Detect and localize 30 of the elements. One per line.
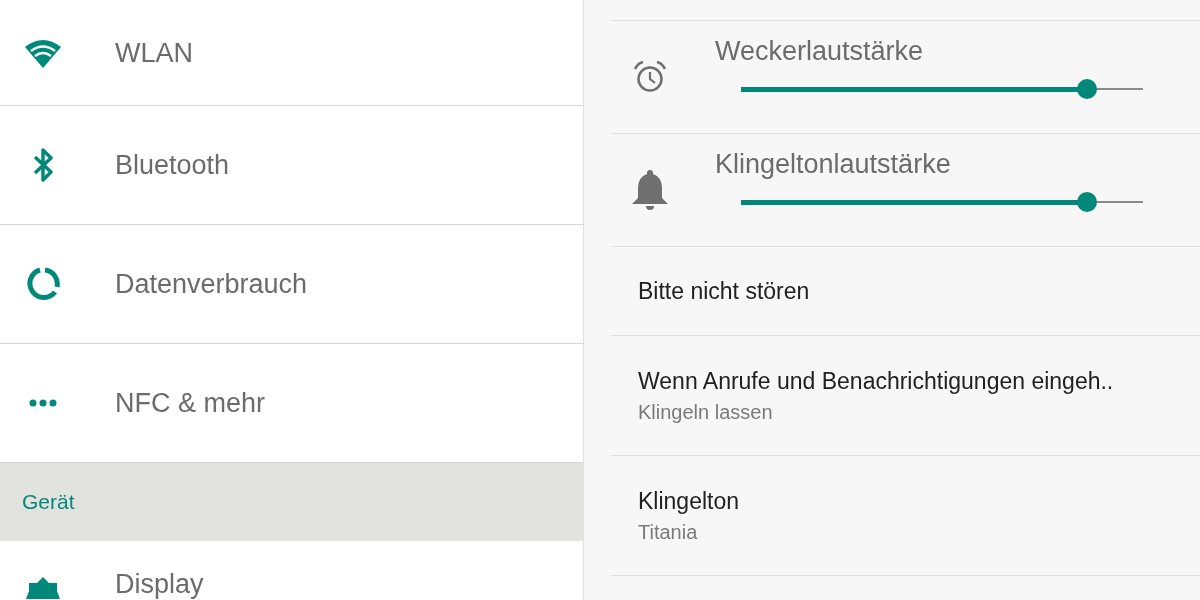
wifi-icon [23, 37, 62, 68]
slider-thumb[interactable] [1076, 78, 1097, 99]
volume-slider[interactable] [741, 191, 1143, 212]
slider-label: Weckerlautstärke [715, 35, 925, 67]
settings-label: Display [115, 569, 204, 599]
slider-thumb[interactable] [1076, 191, 1097, 212]
slider-label: Klingeltonlautstärke [715, 148, 952, 180]
bluetooth-icon [31, 148, 54, 182]
entry-title: Bitte nicht stören [638, 277, 811, 305]
settings-label: WLAN [115, 37, 193, 68]
settings-item[interactable]: Bluetooth [0, 106, 583, 225]
settings-label: Datenverbrauch [115, 269, 308, 299]
entry-subtitle: Klingeln lassen [638, 400, 774, 424]
data-usage-icon [25, 267, 60, 301]
settings-item[interactable]: Display [0, 541, 583, 599]
settings-item[interactable]: Datenverbrauch [0, 225, 583, 344]
category-title: Gerät [22, 490, 75, 514]
more-icon [28, 399, 57, 407]
entry-title: Wenn Anrufe und Benachrichtigungen eingeh.. [638, 367, 1115, 395]
entry-title: Klingelton [638, 487, 741, 515]
settings-entry[interactable]: Klingelton Titania [611, 456, 1200, 576]
volume-slider[interactable] [741, 78, 1143, 99]
alarm-clock-icon [633, 61, 667, 93]
settings-label: Bluetooth [115, 150, 230, 180]
bell-icon [631, 168, 669, 212]
settings-entry[interactable]: Bitte nicht stören [611, 247, 1200, 336]
entry-subtitle: Titania [638, 520, 699, 544]
settings-entry[interactable]: Wenn Anrufe und Benachrichtigungen eingeh.. Klingeln lassen [611, 336, 1200, 456]
settings-item[interactable]: WLAN [0, 0, 583, 106]
settings-label: NFC & mehr [115, 388, 266, 418]
